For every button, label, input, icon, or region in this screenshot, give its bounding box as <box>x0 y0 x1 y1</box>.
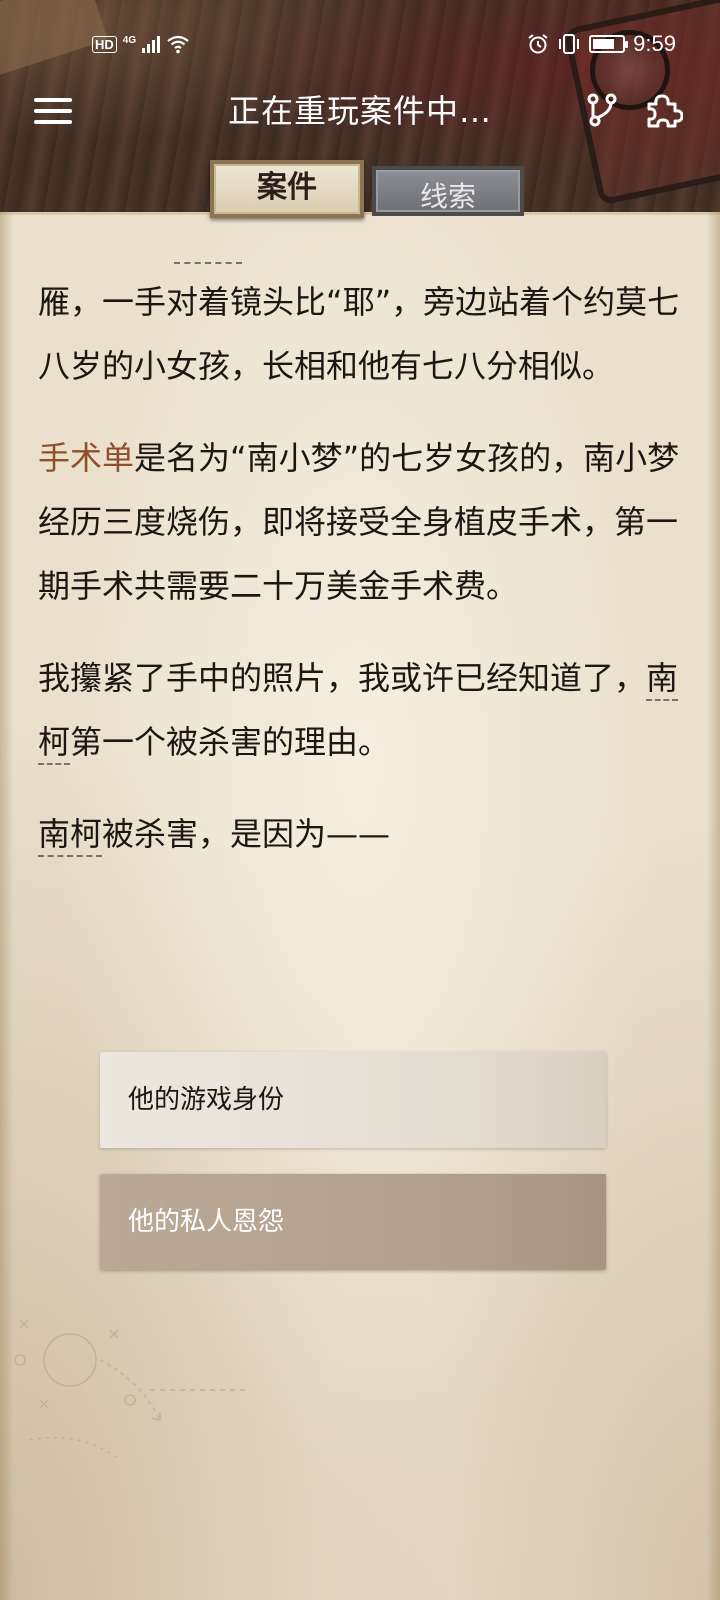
vibrate-icon <box>559 34 580 54</box>
branch-icon[interactable] <box>585 92 619 128</box>
highlight-keyword[interactable]: 手术单 <box>38 439 134 477</box>
tab-clues-label: 线索 <box>419 180 476 213</box>
choice-option-selected[interactable]: 他的私人恩怨 <box>100 1174 606 1270</box>
story-paragraph: 雁，一手对着镜头比“耶”，旁边站着个约莫七八岁的小女孩，长相和他有七八分相似。 <box>38 270 688 398</box>
paper-edge-right <box>706 212 720 1600</box>
paragraph-text: 我攥紧了手中的照片，我或许已经知道了， <box>38 659 647 697</box>
nav-bar: 正在重玩案件中… <box>0 76 720 140</box>
clue-keyword[interactable]: 南柯 <box>38 815 103 857</box>
status-bar: HD 4G 9:59 <box>0 28 720 60</box>
battery-icon <box>589 35 629 53</box>
paragraph-text: 被杀害，是因为—— <box>102 815 391 853</box>
story-paragraph: 南柯被杀害，是因为—— <box>38 802 688 866</box>
paragraph-text: 第一个被杀害的理由。 <box>70 723 391 761</box>
wifi-icon <box>167 35 189 54</box>
choice-label: 他的游戏身份 <box>128 1085 285 1115</box>
tab-clues[interactable]: 线索 <box>372 166 524 216</box>
page-title: 正在重玩案件中… <box>227 92 492 130</box>
signal-icon <box>142 35 161 53</box>
choice-option[interactable]: 他的游戏身份 <box>100 1052 606 1148</box>
tactics-doodle-decoration <box>14 1319 245 1461</box>
tab-case-label: 案件 <box>257 170 317 205</box>
hamburger-menu-icon[interactable] <box>34 98 72 124</box>
paragraph-text: 雁，一手对着镜头比“耶”，旁边站着个约莫七八岁的小女孩，长相和他有七八分相似。 <box>38 283 680 385</box>
puzzle-icon[interactable] <box>643 90 683 130</box>
tab-case[interactable]: 案件 <box>210 160 364 218</box>
header: HD 4G 9:59 正在重玩案件中… 线索 案件 <box>0 0 720 230</box>
story-paragraph: 我攥紧了手中的照片，我或许已经知道了，南柯第一个被杀害的理由。 <box>38 646 688 774</box>
hd-badge: HD <box>92 35 117 53</box>
story-paragraph: 手术单是名为“南小梦”的七岁女孩的，南小梦经历三度烧伤，即将接受全身植皮手术，第… <box>38 426 688 618</box>
choice-label: 他的私人恩怨 <box>128 1207 285 1237</box>
story-text: 雁，一手对着镜头比“耶”，旁边站着个约莫七八岁的小女孩，长相和他有七八分相似。 … <box>38 270 688 894</box>
clock: 9:59 <box>633 31 676 56</box>
network-type: 4G <box>122 34 137 46</box>
battery-fill <box>593 39 615 49</box>
paragraph-text: 是名为“南小梦”的七岁女孩的，南小梦经历三度烧伤，即将接受全身植皮手术，第一期手… <box>38 439 680 605</box>
alarm-icon <box>528 34 548 54</box>
scroll-indicator-dash <box>174 262 242 264</box>
